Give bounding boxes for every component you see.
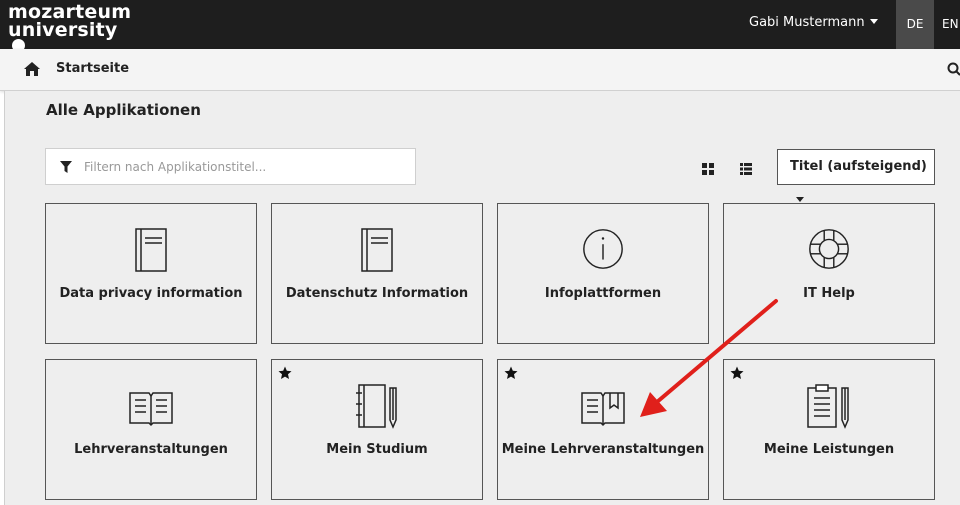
tile-label: Meine Leistungen bbox=[763, 442, 895, 457]
app-tile-lehrveranstaltungen[interactable]: Lehrveranstaltungen bbox=[45, 359, 257, 500]
tile-label: IT Help bbox=[803, 286, 855, 301]
filter-placeholder: Filtern nach Applikationstitel... bbox=[84, 160, 267, 174]
sort-dropdown[interactable]: Titel (aufsteigend) bbox=[777, 149, 935, 202]
favorite-star-icon[interactable] bbox=[730, 366, 744, 380]
document-icon bbox=[135, 228, 167, 272]
language-de-button[interactable]: DE bbox=[896, 0, 934, 49]
tile-label: Lehrveranstaltungen bbox=[74, 442, 228, 457]
filter-input[interactable]: Filtern nach Applikationstitel... bbox=[45, 148, 416, 185]
book-bookmark-icon bbox=[581, 392, 625, 427]
tile-label: Datenschutz Information bbox=[285, 286, 469, 301]
app-tile-meine-leistungen[interactable]: Meine Leistungen bbox=[723, 359, 935, 500]
user-menu[interactable]: Gabi Mustermann bbox=[749, 15, 878, 30]
app-tile-it-help[interactable]: IT Help bbox=[723, 203, 935, 344]
favorite-star-icon[interactable] bbox=[504, 366, 518, 380]
app-tile-meine-lehrveranstaltungen[interactable]: Meine Lehrveranstaltungen bbox=[497, 359, 709, 500]
notebook-pen-icon bbox=[356, 384, 397, 429]
breadcrumb-bar: Startseite bbox=[0, 49, 960, 91]
grid-view-icon[interactable] bbox=[702, 163, 714, 175]
list-view-icon[interactable] bbox=[740, 163, 752, 175]
filter-icon bbox=[60, 161, 72, 173]
tile-label: Infoplattformen bbox=[544, 286, 662, 301]
top-header: mozarteum university Gabi Mustermann DE … bbox=[0, 0, 960, 52]
info-icon bbox=[583, 229, 623, 269]
search-icon[interactable] bbox=[947, 62, 960, 76]
language-en-button[interactable]: EN bbox=[942, 0, 960, 49]
lifebuoy-icon bbox=[809, 229, 849, 269]
caret-down-icon bbox=[869, 19, 878, 24]
user-name: Gabi Mustermann bbox=[749, 15, 865, 30]
app-tile-data-privacy[interactable]: Data privacy information bbox=[45, 203, 257, 344]
app-tile-infoplattformen[interactable]: Infoplattformen bbox=[497, 203, 709, 344]
university-logo[interactable]: mozarteum university bbox=[8, 3, 131, 52]
tile-label: Data privacy information bbox=[59, 286, 243, 301]
sort-label: Titel (aufsteigend) bbox=[790, 159, 927, 174]
page-title: Alle Applikationen bbox=[46, 101, 201, 119]
tile-label: Mein Studium bbox=[326, 442, 428, 457]
app-tile-datenschutz[interactable]: Datenschutz Information bbox=[271, 203, 483, 344]
home-icon[interactable] bbox=[24, 62, 40, 76]
document-icon bbox=[361, 228, 393, 272]
breadcrumb-startseite[interactable]: Startseite bbox=[56, 61, 129, 76]
caret-down-icon bbox=[796, 197, 804, 202]
clipboard-pen-icon bbox=[807, 384, 849, 429]
tile-label: Meine Lehrveranstaltungen bbox=[501, 442, 705, 457]
open-book-icon bbox=[129, 392, 173, 427]
app-tile-mein-studium[interactable]: Mein Studium bbox=[271, 359, 483, 500]
logo-line-2: university bbox=[8, 19, 118, 41]
favorite-star-icon[interactable] bbox=[278, 366, 292, 380]
